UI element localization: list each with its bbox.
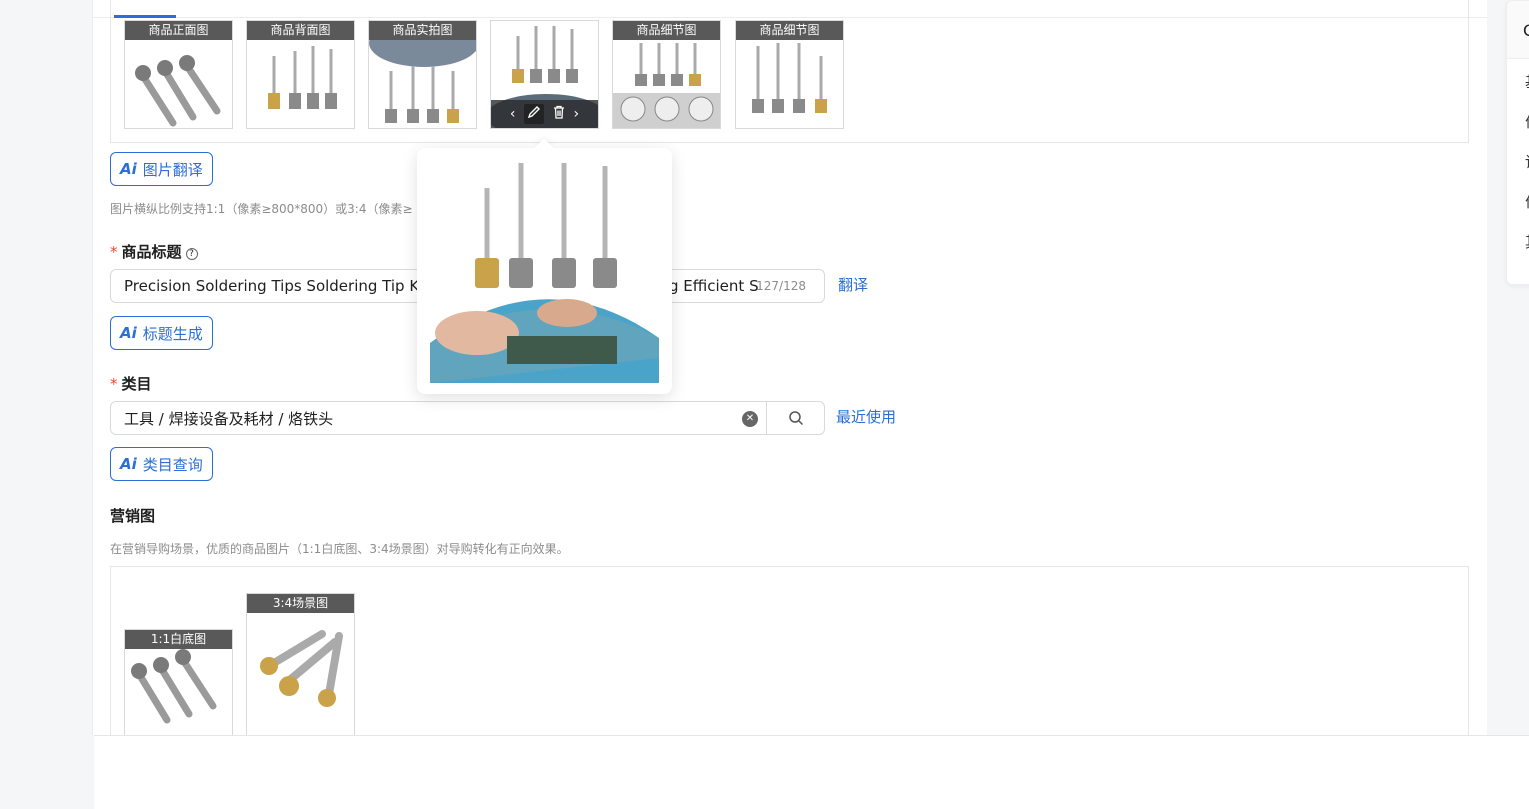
title-input-value-tail: g Efficient S: [669, 277, 759, 295]
image-translate-button[interactable]: Ai 图片翻译: [110, 152, 213, 186]
clear-icon[interactable]: ✕: [742, 411, 758, 427]
right-nav-item-other[interactable]: 其: [1507, 219, 1529, 259]
image-tag: 商品细节图: [736, 21, 843, 40]
marketing-label: 营销图: [110, 507, 156, 525]
right-nav-item-basic[interactable]: 基: [1507, 59, 1529, 99]
delete-icon[interactable]: [552, 105, 566, 123]
next-image-button[interactable]: ›: [574, 106, 580, 122]
right-nav-panel: C 基 价 详 价 其: [1506, 0, 1529, 285]
image-tag: 商品实拍图: [369, 21, 476, 40]
right-nav-item-price[interactable]: 价: [1507, 99, 1529, 139]
image-preview-popover: [417, 138, 672, 394]
image-tag: 商品细节图: [613, 21, 720, 40]
title-translate-link[interactable]: 翻译: [838, 274, 868, 295]
recent-used-link[interactable]: 最近使用: [836, 406, 896, 427]
image-tag: 商品背面图: [247, 21, 354, 40]
soldering-tips-photo: [260, 630, 343, 707]
category-input[interactable]: 工具 / 焊接设备及耗材 / 烙铁头 ✕: [110, 401, 825, 435]
category-value: 工具 / 焊接设备及耗材 / 烙铁头: [124, 409, 334, 428]
image-hover-toolbar: ‹ ›: [491, 100, 598, 128]
ai-icon: Ai: [120, 324, 137, 342]
right-nav-item-detail[interactable]: 详: [1507, 139, 1529, 179]
ai-icon: Ai: [120, 455, 137, 473]
right-nav-header: C: [1507, 1, 1529, 59]
product-image-detail-1[interactable]: 商品细节图: [612, 20, 721, 129]
category-query-button[interactable]: Ai 类目查询: [110, 447, 213, 481]
product-image-detail-2[interactable]: 商品细节图: [735, 20, 844, 129]
required-mark: *: [110, 243, 118, 261]
category-search-button[interactable]: [766, 402, 824, 434]
bottom-action-bar: [94, 735, 1529, 809]
product-image-real[interactable]: 商品实拍图: [368, 20, 477, 129]
title-char-count: 127/128: [756, 279, 806, 293]
title-label: * 商品标题?: [110, 241, 198, 262]
product-image-hovered[interactable]: ‹ ›: [490, 20, 599, 129]
category-query-label: 类目查询: [142, 455, 203, 474]
image-ratio-hint: 图片横纵比例支持1:1（像素≥800*800）或3:4（像素≥: [110, 202, 413, 216]
title-generate-label: 标题生成: [142, 324, 203, 343]
image-tag: 商品正面图: [125, 21, 232, 40]
image-translate-label: 图片翻译: [142, 160, 203, 179]
product-image-front[interactable]: 商品正面图: [124, 20, 233, 129]
search-icon: [788, 411, 803, 426]
required-mark: *: [110, 375, 118, 393]
image-tag: 1:1白底图: [125, 630, 232, 649]
edit-icon[interactable]: [523, 104, 544, 124]
ai-icon: Ai: [120, 160, 137, 178]
image-tag: 3:4场景图: [247, 594, 354, 613]
prev-image-button[interactable]: ‹: [510, 106, 516, 122]
product-image-back[interactable]: 商品背面图: [246, 20, 355, 129]
title-generate-button[interactable]: Ai 标题生成: [110, 316, 213, 350]
category-label: * 类目: [110, 375, 152, 393]
preview-image: [430, 163, 659, 383]
marketing-image-white-bg[interactable]: 1:1白底图: [124, 629, 233, 735]
marketing-hint: 在营销导购场景，优质的商品图片（1:1白底图、3:4场景图）对导购转化有正向效果…: [110, 542, 569, 556]
right-nav-item-price-2[interactable]: 价: [1507, 179, 1529, 219]
title-input-value: Precision Soldering Tips Soldering Tip K…: [124, 277, 445, 295]
help-icon[interactable]: ?: [185, 248, 198, 260]
marketing-image-scene[interactable]: 3:4场景图: [246, 593, 355, 735]
